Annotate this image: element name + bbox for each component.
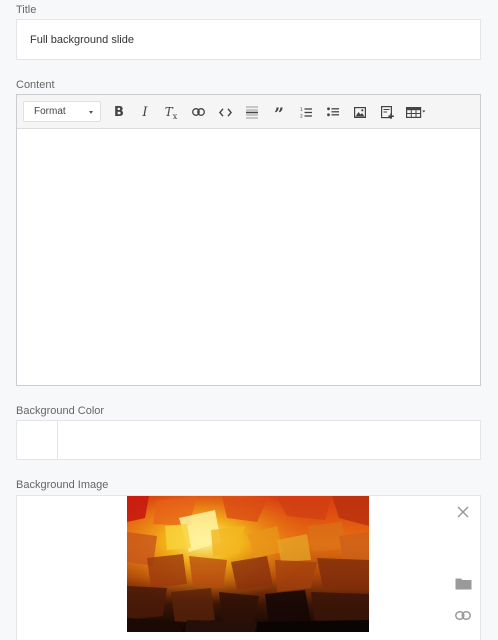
- bold-icon: B: [114, 104, 124, 120]
- format-dropdown[interactable]: Format: [23, 101, 101, 122]
- code-button[interactable]: [216, 103, 234, 121]
- title-input[interactable]: Full background slide: [16, 19, 481, 60]
- background-color-input[interactable]: [59, 421, 480, 459]
- image-icon: [354, 106, 366, 118]
- title-label: Title: [16, 4, 37, 16]
- bold-button[interactable]: B: [110, 103, 128, 121]
- code-icon: [218, 107, 232, 117]
- image-url-button[interactable]: [454, 606, 472, 624]
- horizontal-rule-icon: [246, 106, 258, 118]
- italic-icon: I: [142, 104, 148, 120]
- link-icon: [455, 610, 471, 620]
- clear-formatting-button[interactable]: Tx: [162, 103, 180, 121]
- color-swatch[interactable]: [17, 421, 58, 459]
- editor-content-area[interactable]: [17, 129, 480, 385]
- background-color-label: Background Color: [16, 405, 105, 417]
- rich-text-editor: Format B I Tx ” 12: [16, 94, 481, 386]
- link-button[interactable]: [189, 103, 207, 121]
- image-button[interactable]: [351, 103, 369, 121]
- svg-text:2: 2: [300, 113, 303, 118]
- italic-button[interactable]: I: [136, 103, 154, 121]
- content-label: Content: [16, 79, 55, 91]
- svg-text:1: 1: [300, 107, 303, 113]
- table-icon: [406, 106, 426, 118]
- table-button[interactable]: [405, 103, 427, 121]
- browse-image-button[interactable]: [454, 574, 472, 592]
- numbered-list-button[interactable]: 12: [297, 103, 315, 121]
- blockquote-icon: ”: [274, 104, 284, 125]
- bulleted-list-button[interactable]: [324, 103, 342, 121]
- folder-icon: [455, 578, 471, 589]
- insert-media-button[interactable]: [378, 103, 396, 121]
- close-icon: [457, 506, 469, 518]
- blockquote-button[interactable]: ”: [270, 103, 288, 125]
- format-dropdown-label: Format: [34, 106, 66, 117]
- background-color-field: [16, 420, 481, 460]
- background-image-label: Background Image: [16, 479, 109, 491]
- background-image-preview: [127, 496, 369, 632]
- remove-image-button[interactable]: [454, 503, 472, 521]
- horizontal-rule-button[interactable]: [243, 103, 261, 121]
- chevron-down-icon: [89, 111, 93, 114]
- bulleted-list-icon: [327, 107, 339, 117]
- link-icon: [191, 108, 205, 116]
- numbered-list-icon: 12: [300, 107, 312, 118]
- background-image-field: [16, 495, 481, 640]
- clear-formatting-icon: Tx: [164, 105, 178, 121]
- insert-media-icon: [380, 105, 394, 119]
- editor-toolbar: Format B I Tx ” 12: [17, 95, 480, 129]
